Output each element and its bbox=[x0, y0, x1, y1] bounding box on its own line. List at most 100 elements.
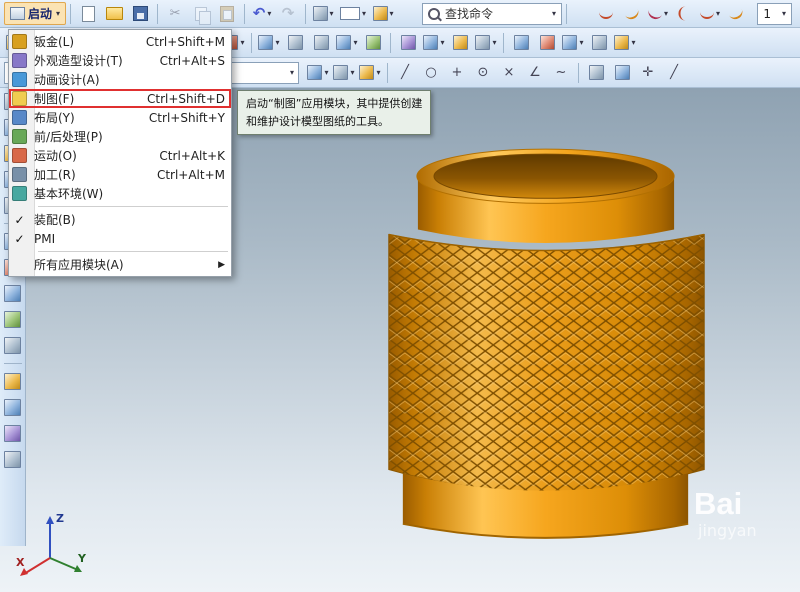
menu-item-pre-post-processing[interactable]: 前/后处理(P) bbox=[9, 127, 231, 146]
menu-shortcut: Ctrl+Shift+D bbox=[147, 91, 225, 106]
menu-item-manufacturing[interactable]: 加工(R) Ctrl+Alt+M bbox=[9, 165, 231, 184]
snap-center-button[interactable]: ⊙ bbox=[471, 62, 495, 84]
view-scale-spinner[interactable]: 1 ▾ bbox=[757, 2, 792, 25]
menu-item-shape-studio[interactable]: 外观造型设计(T) Ctrl+Alt+S bbox=[9, 51, 231, 70]
selection-scope-button[interactable]: ▾ bbox=[306, 62, 330, 84]
snap-center-icon: ⊙ bbox=[477, 65, 489, 80]
spline-tool-button[interactable] bbox=[620, 3, 644, 25]
tool-icon[interactable] bbox=[4, 425, 21, 442]
menu-shortcut: Ctrl+Alt+S bbox=[159, 53, 225, 68]
start-menu-button[interactable]: 启动 ▾ bbox=[4, 2, 67, 25]
feature-tool-button[interactable] bbox=[587, 32, 611, 54]
feature-tool-button[interactable] bbox=[361, 32, 385, 54]
undo-button[interactable]: ↶ ▾ bbox=[250, 3, 274, 25]
triad-y-label: Y bbox=[77, 552, 87, 565]
tool-icon[interactable] bbox=[4, 337, 21, 354]
menu-item-animation-design[interactable]: 动画设计(A) bbox=[9, 70, 231, 89]
tool-icon[interactable] bbox=[4, 399, 21, 416]
snap-point-button[interactable]: + bbox=[445, 62, 469, 84]
feature-tool-icon bbox=[452, 35, 468, 50]
drafting-tooltip: 启动“制图”应用模块，其中提供创建 和维护设计模型图纸的工具。 bbox=[237, 90, 432, 136]
start-icon bbox=[10, 7, 25, 20]
chevron-down-icon: ▾ bbox=[552, 9, 557, 18]
menu-item-gateway[interactable]: 基本环境(W) bbox=[9, 184, 231, 203]
chevron-down-icon: ▾ bbox=[353, 38, 358, 47]
profile-tool-button[interactable]: ▾ bbox=[698, 3, 722, 25]
curve-tool-button[interactable] bbox=[594, 3, 618, 25]
menu-item-all-applications[interactable]: 所有应用模块(A) ▶ bbox=[9, 255, 231, 274]
view-tool-button[interactable]: ✛ bbox=[636, 62, 660, 84]
feature-tool-button[interactable] bbox=[309, 32, 333, 54]
view-tool-button[interactable] bbox=[610, 62, 634, 84]
snap-point-icon: + bbox=[451, 65, 463, 80]
view-tool-button[interactable]: ╱ bbox=[662, 62, 686, 84]
new-file-icon bbox=[81, 5, 95, 22]
feature-tool-button[interactable] bbox=[396, 32, 420, 54]
pre-post-icon bbox=[12, 129, 27, 144]
menu-item-drafting[interactable]: 制图(F) Ctrl+Shift+D bbox=[9, 89, 231, 108]
snap-settings-button[interactable]: ▾ bbox=[358, 62, 382, 84]
save-button[interactable] bbox=[128, 3, 152, 25]
toolbar-separator bbox=[3, 363, 22, 364]
tool-icon[interactable] bbox=[4, 285, 21, 302]
feature-tool-icon bbox=[313, 35, 329, 50]
feature-tool-icon bbox=[614, 35, 630, 50]
paste-button[interactable] bbox=[215, 3, 239, 25]
color-swatch-button[interactable]: ▾ bbox=[337, 3, 369, 25]
feature-tool-button[interactable]: ▾ bbox=[257, 32, 281, 54]
feature-tool-button[interactable] bbox=[509, 32, 533, 54]
feature-tool-button[interactable]: ▾ bbox=[422, 32, 446, 54]
model-inner-bore[interactable] bbox=[433, 153, 658, 199]
feature-tool-button[interactable] bbox=[283, 32, 307, 54]
tool-icon[interactable] bbox=[4, 311, 21, 328]
selection-mode-button[interactable]: ▾ bbox=[332, 62, 356, 84]
snap-intersection-button[interactable]: × bbox=[497, 62, 521, 84]
feature-tool-icon bbox=[400, 35, 416, 50]
redo-icon: ↷ bbox=[281, 4, 295, 22]
open-file-button[interactable] bbox=[102, 3, 126, 25]
view-triad[interactable]: Z X Y bbox=[14, 508, 90, 584]
feature-tool-button[interactable]: ▾ bbox=[613, 32, 637, 54]
snap-circle-button[interactable]: ○ bbox=[419, 62, 443, 84]
model-knurled-cylinder[interactable] bbox=[372, 134, 720, 566]
cut-button[interactable]: ✂ bbox=[163, 3, 187, 25]
copy-button[interactable] bbox=[189, 3, 213, 25]
feature-tool-button[interactable]: ▾ bbox=[335, 32, 359, 54]
fillet-tool-button[interactable] bbox=[672, 3, 696, 25]
display-mode-button[interactable]: ▾ bbox=[311, 3, 335, 25]
view-tool-button[interactable] bbox=[584, 62, 608, 84]
render-style-button[interactable]: ▾ bbox=[371, 3, 395, 25]
feature-tool-icon bbox=[258, 35, 274, 50]
menu-item-pmi[interactable]: ✓ PMI bbox=[9, 229, 231, 248]
feature-tool-button[interactable] bbox=[535, 32, 559, 54]
render-style-icon bbox=[372, 6, 388, 21]
menu-item-motion[interactable]: 运动(O) Ctrl+Alt+K bbox=[9, 146, 231, 165]
curve-icon bbox=[599, 8, 614, 19]
feature-tool-button[interactable]: ▾ bbox=[474, 32, 498, 54]
menu-item-sheet-metal[interactable]: 钣金(L) Ctrl+Shift+M bbox=[9, 32, 231, 51]
chevron-down-icon: ▾ bbox=[324, 68, 329, 77]
snap-angle-button[interactable]: ∠ bbox=[523, 62, 547, 84]
snap-line-button[interactable]: ╱ bbox=[393, 62, 417, 84]
chevron-down-icon: ▾ bbox=[579, 38, 584, 47]
start-button-label: 启动 bbox=[28, 7, 53, 21]
menu-item-assemblies[interactable]: ✓ 装配(B) bbox=[9, 210, 231, 229]
chevron-down-icon: ▾ bbox=[492, 38, 497, 47]
command-search-input[interactable]: 查找命令 ▾ bbox=[422, 2, 563, 25]
sketch-curve-button[interactable] bbox=[724, 3, 748, 25]
feature-tool-icon bbox=[513, 35, 529, 50]
chevron-down-icon: ▾ bbox=[289, 68, 294, 77]
chevron-down-icon: ▾ bbox=[362, 9, 367, 18]
redo-button[interactable]: ↷ bbox=[276, 3, 300, 25]
new-file-button[interactable] bbox=[76, 3, 100, 25]
feature-tool-button[interactable] bbox=[448, 32, 472, 54]
menu-shortcut: Ctrl+Shift+Y bbox=[148, 110, 225, 125]
arc-tool-button[interactable]: ▾ bbox=[646, 3, 670, 25]
selection-mode-icon bbox=[333, 65, 349, 80]
menu-item-layout[interactable]: 布局(Y) Ctrl+Shift+Y bbox=[9, 108, 231, 127]
tool-icon[interactable] bbox=[4, 451, 21, 468]
snap-intersection-icon: × bbox=[503, 65, 515, 80]
feature-tool-button[interactable]: ▾ bbox=[561, 32, 585, 54]
snap-tangent-button[interactable]: ~ bbox=[549, 62, 573, 84]
tool-icon[interactable] bbox=[4, 373, 21, 390]
